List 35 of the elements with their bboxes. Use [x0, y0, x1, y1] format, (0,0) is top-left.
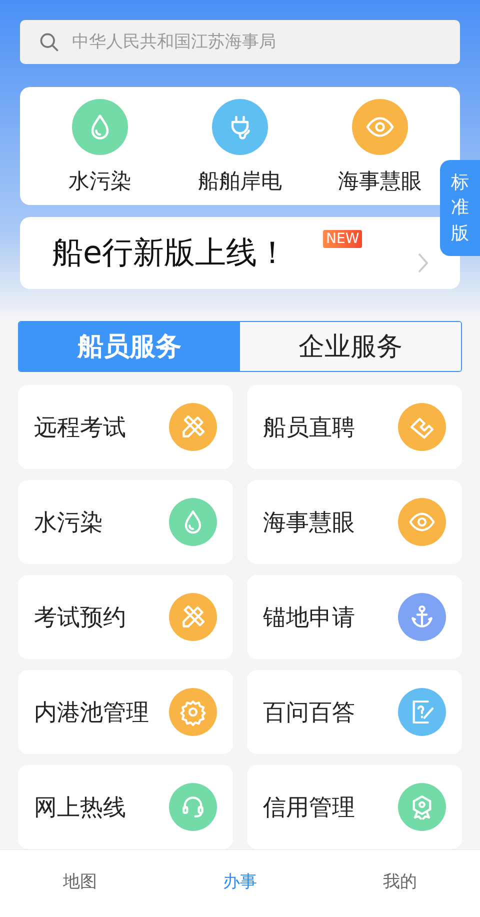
service-label: 水污染	[34, 508, 103, 538]
service-card[interactable]: 网上热线	[18, 765, 233, 849]
quick-item-label: 海事慧眼	[338, 168, 422, 195]
service-card[interactable]: 考试预约	[18, 575, 233, 659]
service-card[interactable]: 百问百答	[247, 670, 462, 754]
service-label: 海事慧眼	[263, 508, 355, 538]
service-label: 百问百答	[263, 698, 355, 728]
new-badge: NEW	[323, 230, 362, 248]
service-card[interactable]: 信用管理	[247, 765, 462, 849]
quick-item[interactable]: 海事慧眼	[320, 86, 440, 206]
service-card[interactable]: 锚地申请	[247, 575, 462, 659]
service-label: 内港池管理	[34, 698, 149, 728]
quick-item[interactable]: 水污染	[40, 86, 160, 206]
search-field[interactable]: 中华人民共和国江苏海事局	[20, 20, 460, 64]
nav-tab[interactable]: 我的	[340, 870, 460, 897]
chevron-right-icon	[416, 251, 430, 276]
service-card[interactable]: 水污染	[18, 480, 233, 564]
nav-tab[interactable]: 地图	[20, 870, 140, 897]
gear-icon	[179, 698, 207, 726]
search-icon	[38, 30, 60, 53]
quick-item-label: 水污染	[68, 168, 132, 195]
service-card[interactable]: 内港池管理	[18, 670, 233, 754]
service-label: 远程考试	[34, 414, 126, 442]
service-label: 锚地申请	[263, 604, 355, 632]
quick-item[interactable]: 船舶岸电	[180, 86, 300, 206]
service-label: 船员直聘	[263, 414, 355, 442]
service-card[interactable]: 船员直聘	[247, 385, 462, 469]
banner-title: 船e行新版上线！	[52, 234, 288, 274]
service-card[interactable]: 远程考试	[18, 385, 233, 469]
service-card[interactable]: 海事慧眼	[247, 480, 462, 564]
quick-item-label: 船舶岸电	[198, 168, 282, 195]
search-input[interactable]: 中华人民共和国江苏海事局	[70, 30, 446, 53]
service-label: 网上热线	[34, 794, 126, 822]
service-label: 信用管理	[263, 794, 355, 822]
service-label: 考试预约	[34, 604, 126, 632]
